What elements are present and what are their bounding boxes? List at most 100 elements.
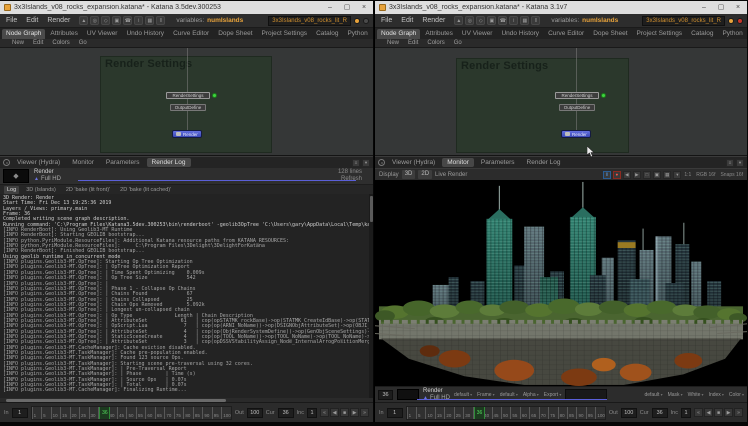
pane-options-icon[interactable]: ▾ <box>362 159 370 167</box>
pane-gear-icon[interactable] <box>3 159 10 166</box>
main-tab[interactable]: Curve Editor <box>169 29 213 39</box>
minimize-button[interactable]: – <box>699 1 709 14</box>
node-graph-canvas[interactable]: Render Settings RenderSettings OutputDef… <box>0 48 373 156</box>
render-name[interactable]: Render <box>423 388 450 395</box>
scrollbar-handle[interactable] <box>6 399 226 402</box>
strip-dropdown[interactable]: Alpha <box>523 392 539 398</box>
nodegraph-menu-item[interactable]: Colors <box>52 40 69 46</box>
render-thumbnail[interactable]: ◆ <box>3 169 29 183</box>
monitor-viewport[interactable] <box>375 180 747 386</box>
main-tab[interactable]: Undo History <box>122 29 168 39</box>
close-button[interactable]: × <box>733 1 743 14</box>
view-2d-button[interactable]: 2D <box>418 170 432 179</box>
menu-item[interactable]: Render <box>45 17 72 24</box>
monitor-control-icon[interactable]: □ <box>643 171 651 179</box>
current-frame-field[interactable]: 36 <box>278 408 294 418</box>
pane-tab[interactable]: Render Log <box>147 158 191 167</box>
main-tab[interactable]: UV Viewer <box>458 29 497 39</box>
playback-button[interactable]: ■ <box>714 408 723 417</box>
toolbar-icon[interactable]: i <box>134 16 143 25</box>
toolbar-icon[interactable]: ‖ <box>531 16 540 25</box>
nodegraph-menu-item[interactable]: Go <box>79 40 87 46</box>
main-tab[interactable]: Undo History <box>497 29 543 39</box>
playback-button[interactable]: ■ <box>340 408 349 417</box>
variables-value[interactable]: numIslands <box>207 17 243 24</box>
log-vertical-scrollbar[interactable] <box>369 194 373 398</box>
pane-tab[interactable]: Parameters <box>476 158 520 167</box>
toolbar-icon[interactable]: ◎ <box>465 16 474 25</box>
increment-field[interactable]: 1 <box>307 408 317 418</box>
playback-button[interactable]: » <box>360 408 369 417</box>
strip-dropdown[interactable]: default <box>644 392 662 398</box>
main-tab[interactable]: Project Settings <box>633 29 687 39</box>
strip-dropdown[interactable]: Mask <box>668 392 683 398</box>
toolbar-icon[interactable]: ▦ <box>520 16 529 25</box>
current-frame-field[interactable]: 36 <box>652 408 668 418</box>
monitor-control-icon[interactable]: ● <box>613 171 621 179</box>
menu-item[interactable]: File <box>4 17 19 24</box>
in-frame-field[interactable]: 1 <box>12 408 28 418</box>
strip-dropdown[interactable]: default <box>500 392 518 398</box>
node-rendersettings[interactable]: RenderSettings <box>166 92 210 99</box>
playback-button[interactable]: ▶ <box>724 408 733 417</box>
playback-button[interactable]: » <box>734 408 743 417</box>
main-tab[interactable]: Node Graph <box>2 29 45 39</box>
strip-dropdown[interactable]: Export <box>544 392 562 398</box>
playback-button[interactable]: « <box>320 408 329 417</box>
toolbar-icon[interactable]: ‖ <box>156 16 165 25</box>
playback-button[interactable]: ◀ <box>704 408 713 417</box>
node-render[interactable]: Render <box>561 130 591 138</box>
main-tab[interactable]: Project Settings <box>258 29 312 39</box>
log-filter-tab[interactable]: 2D 'bake (lit front)' <box>63 186 113 194</box>
node-outputdefine[interactable]: OutputDefine <box>170 104 206 111</box>
main-tab[interactable]: Python <box>343 29 371 39</box>
toolbar-icon[interactable]: ◎ <box>90 16 99 25</box>
node-graph-canvas[interactable]: Render Settings RenderSettings OutputDef… <box>375 48 747 156</box>
nodegraph-menu-item[interactable]: New <box>12 40 24 46</box>
pane-tab[interactable]: Viewer (Hydra) <box>387 158 440 167</box>
nodegraph-menu-item[interactable]: Go <box>454 40 462 46</box>
main-tab[interactable]: Dope Sheet <box>589 29 631 39</box>
toolbar-icon[interactable]: i <box>509 16 518 25</box>
toolbar-icon[interactable]: ▲ <box>454 16 463 25</box>
toolbar-icon[interactable]: ▦ <box>145 16 154 25</box>
main-tab[interactable]: Attributes <box>421 29 456 39</box>
node-view-flag-icon[interactable] <box>212 93 217 98</box>
close-button[interactable]: × <box>359 1 369 14</box>
strip-dropdown[interactable]: Color <box>729 392 744 398</box>
render-name[interactable]: Render <box>34 169 61 176</box>
toolbar-icon[interactable]: ☎ <box>123 16 132 25</box>
variables-value[interactable]: numIslands <box>582 17 618 24</box>
nodegraph-menu-item[interactable]: Colors <box>427 40 444 46</box>
strip-dropdown[interactable]: Index <box>709 392 724 398</box>
main-tab[interactable]: Catalog <box>312 29 342 39</box>
toolbar-icon[interactable]: ☎ <box>498 16 507 25</box>
pane-tab[interactable]: Parameters <box>101 158 145 167</box>
pane-split-icon[interactable]: ≡ <box>726 159 734 167</box>
session-field[interactable]: 3x3Islands_v08_rocks_lit_R <box>642 16 725 26</box>
monitor-control-icon[interactable]: ▶ <box>633 171 641 179</box>
pane-tab[interactable]: Viewer (Hydra) <box>12 158 65 167</box>
log-filter-tab[interactable]: 3D (Islands) <box>23 186 59 194</box>
render-log-output[interactable]: 3D Render: RenderStart Time: Fri Dec 13 … <box>0 194 373 398</box>
title-bar[interactable]: 3x3Islands_v08_rocks_expansion.katana* -… <box>375 1 747 14</box>
timeline-ruler[interactable]: 1510152025303540455055606570758085909510… <box>31 406 232 420</box>
in-frame-field[interactable]: 1 <box>387 408 403 418</box>
strip-dropdown[interactable]: Frame <box>477 392 495 398</box>
increment-field[interactable]: 1 <box>681 408 691 418</box>
maximize-button[interactable]: ▢ <box>342 1 352 14</box>
playback-button[interactable]: ▶ <box>350 408 359 417</box>
toolbar-icon[interactable]: ▲ <box>79 16 88 25</box>
backdrop-node[interactable]: Render Settings <box>456 58 629 153</box>
monitor-control-icon[interactable]: ‖ <box>603 171 611 179</box>
strip-dropdown[interactable]: default <box>454 392 472 398</box>
timeline-ruler[interactable]: 1510152025303540455055606570758085909510… <box>406 406 606 420</box>
main-tab[interactable]: Python <box>718 29 746 39</box>
monitor-control-icon[interactable]: ▣ <box>653 171 661 179</box>
log-filter-tab[interactable]: Log <box>4 186 19 194</box>
menu-item[interactable]: File <box>379 17 394 24</box>
maximize-button[interactable]: ▢ <box>716 1 726 14</box>
playback-button[interactable]: « <box>694 408 703 417</box>
log-filter-tab[interactable]: 2D 'bake (lit cached)' <box>117 186 174 194</box>
node-render[interactable]: Render <box>172 130 202 138</box>
